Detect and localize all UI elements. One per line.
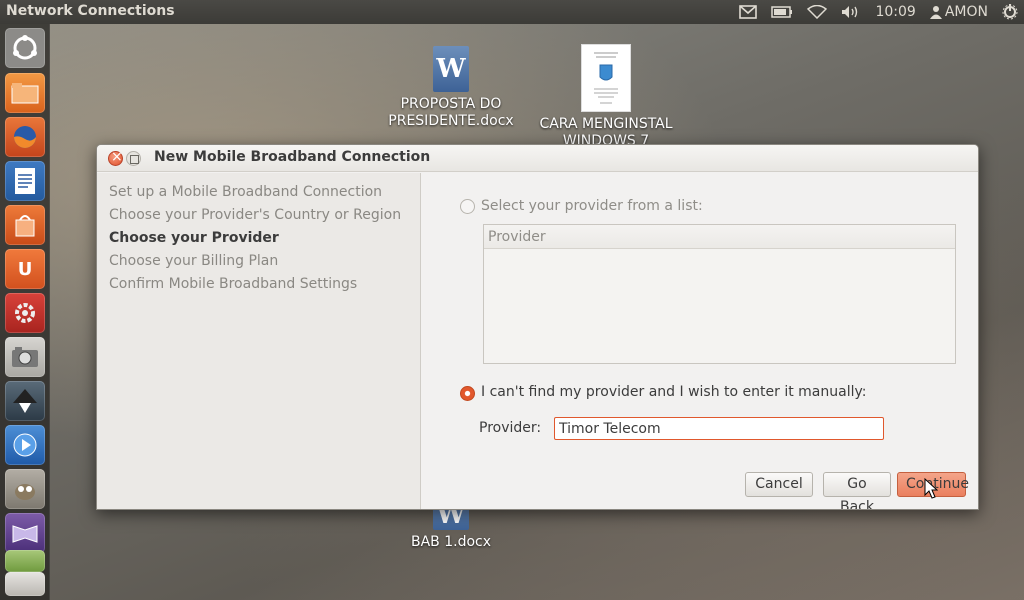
system-settings-icon[interactable]	[5, 293, 45, 333]
maximize-icon[interactable]	[126, 151, 141, 166]
top-panel: Network Connections 10:09 AMON	[0, 0, 1024, 24]
inkscape-icon[interactable]	[5, 381, 45, 421]
select-from-list-label[interactable]: Select your provider from a list:	[481, 198, 703, 214]
cancel-button[interactable]: Cancel	[745, 472, 813, 497]
close-icon[interactable]	[108, 149, 123, 166]
workspace-switcher-icon[interactable]	[5, 550, 45, 572]
software-center-icon[interactable]	[5, 205, 45, 245]
indicator-area: 10:09 AMON	[739, 0, 1018, 24]
user-menu[interactable]: AMON	[929, 4, 988, 20]
manual-entry-label[interactable]: I can't find my provider and I wish to e…	[481, 384, 866, 400]
desktop-file-label: PROPOSTA DO	[400, 96, 502, 112]
new-mobile-broadband-dialog: New Mobile Broadband Connection Set up a…	[96, 144, 979, 510]
writer-icon[interactable]	[5, 161, 45, 201]
media-player-icon[interactable]	[5, 425, 45, 465]
wizard-step: Confirm Mobile Broadband Settings	[109, 276, 358, 292]
wizard-steps: Set up a Mobile Broadband Connection Cho…	[97, 173, 421, 509]
wizard-step: Choose your Billing Plan	[109, 253, 279, 269]
select-from-list-radio[interactable]	[460, 199, 475, 214]
firefox-icon[interactable]	[5, 117, 45, 157]
user-icon	[929, 6, 942, 19]
wifi-icon[interactable]	[807, 5, 828, 19]
volume-icon[interactable]	[841, 5, 861, 19]
wizard-step: Choose your Provider's Country or Region	[109, 207, 402, 223]
launcher: U	[0, 24, 50, 600]
dialog-titlebar[interactable]: New Mobile Broadband Connection	[97, 145, 978, 172]
desktop-file-proposta[interactable]: W PROPOSTA DO PRESIDENTE.docx	[386, 46, 516, 130]
wizard-content: Select your provider from a list: Provid…	[422, 173, 978, 509]
battery-icon[interactable]	[771, 6, 793, 18]
word-document-icon: W	[433, 46, 469, 92]
clock[interactable]: 10:09	[875, 4, 915, 20]
provider-list[interactable]: Provider	[483, 224, 956, 364]
desktop-file-label: PRESIDENTE.docx	[388, 113, 514, 129]
mouse-cursor-icon	[924, 478, 938, 499]
ubuntu-one-icon[interactable]: U	[5, 249, 45, 289]
provider-list-header[interactable]: Provider	[484, 225, 955, 249]
camera-icon[interactable]	[5, 337, 45, 377]
desktop-file-cara-menginstal[interactable]: CARA MENGINSTAL WINDOWS 7	[536, 44, 676, 150]
provider-field-label: Provider:	[479, 420, 542, 436]
trash-icon[interactable]	[5, 572, 45, 596]
go-back-button[interactable]: Go Back	[823, 472, 891, 509]
manual-entry-radio[interactable]	[460, 386, 475, 401]
dash-home-icon[interactable]	[5, 28, 45, 68]
mail-icon[interactable]	[739, 5, 758, 19]
wizard-step: Set up a Mobile Broadband Connection	[109, 184, 383, 200]
files-icon[interactable]	[5, 73, 45, 113]
document-thumbnail-icon	[581, 44, 631, 112]
provider-input[interactable]	[554, 417, 884, 440]
desktop-file-label: CARA MENGINSTAL	[539, 116, 673, 132]
user-name: AMON	[944, 4, 988, 20]
power-icon[interactable]	[1002, 4, 1018, 20]
desktop-file-label: BAB 1.docx	[410, 534, 492, 550]
dialog-title: New Mobile Broadband Connection	[154, 149, 431, 165]
app-title: Network Connections	[6, 3, 175, 19]
wizard-step-current: Choose your Provider	[109, 230, 279, 246]
book-icon[interactable]	[5, 513, 45, 553]
gimp-icon[interactable]	[5, 469, 45, 509]
